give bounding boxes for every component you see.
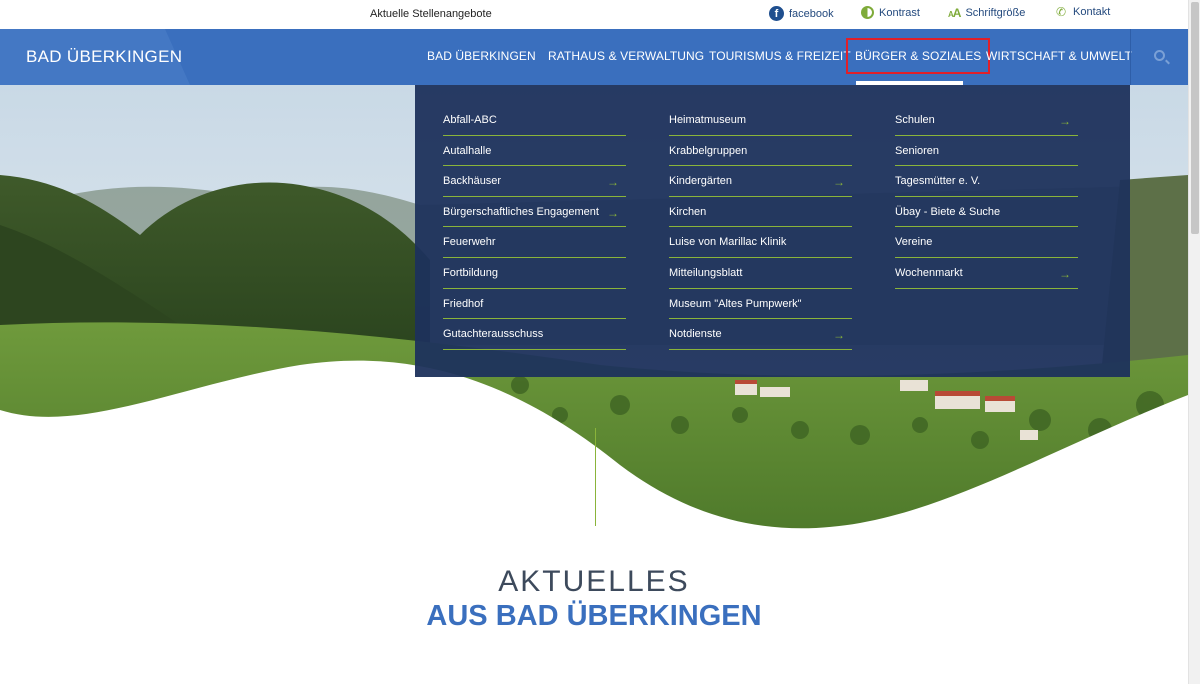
decorative-divider-line [595,428,596,526]
facebook-link[interactable]: f facebook [769,6,834,21]
job-offers-link[interactable]: Aktuelle Stellenangebote [370,8,492,20]
menu-item-museum-altes-pumpwerk[interactable]: Museum "Altes Pumpwerk" [669,289,852,320]
nav-item-bad-ueberkingen[interactable]: BAD ÜBERKINGEN [427,49,536,63]
nav-item-rathaus[interactable]: RATHAUS & VERWALTUNG [548,49,704,63]
arrow-right-icon: → [833,328,845,343]
contrast-label: Kontrast [879,6,920,19]
page-scrollbar[interactable] [1188,0,1200,684]
font-size-toggle[interactable]: AA Schriftgröße [948,6,1025,20]
search-icon [1154,50,1165,61]
menu-item-friedhof[interactable]: Friedhof [443,289,626,320]
arrow-right-icon: → [607,175,619,190]
menu-item-uebay[interactable]: Übay - Biete & Suche [895,197,1078,228]
menu-item-feuerwehr[interactable]: Feuerwehr [443,227,626,258]
arrow-right-icon: → [1059,266,1071,281]
contrast-toggle[interactable]: Kontrast [861,6,920,19]
menu-item-notdienste[interactable]: Notdienste → [669,319,852,350]
menu-item-heimatmuseum[interactable]: Heimatmuseum [669,105,852,136]
menu-item-wochenmarkt[interactable]: Wochenmarkt → [895,258,1078,289]
menu-item-abfall-abc[interactable]: Abfall-ABC [443,105,626,136]
mega-menu-column-2: Heimatmuseum Krabbelgruppen Kindergärten… [669,105,852,350]
menu-item-schulen[interactable]: Schulen → [895,105,1078,136]
menu-item-gutachterausschuss[interactable]: Gutachterausschuss [443,319,626,350]
news-heading-line2: AUS BAD ÜBERKINGEN [426,600,762,632]
menu-item-buergerschaftliches-engagement[interactable]: Bürgerschaftliches Engagement → [443,197,626,228]
nav-item-buerger-soziales[interactable]: BÜRGER & SOZIALES [845,38,991,74]
menu-item-senioren[interactable]: Senioren [895,136,1078,167]
site-logo[interactable]: BAD ÜBERKINGEN [26,47,182,67]
menu-item-backhaeuser[interactable]: Backhäuser → [443,166,626,197]
arrow-right-icon: → [1059,114,1071,128]
menu-item-fortbildung[interactable]: Fortbildung [443,258,626,289]
mega-menu-column-3: Schulen → Senioren Tagesmütter e. V. Übay… [895,105,1078,289]
menu-item-kindergaerten[interactable]: Kindergärten → [669,166,852,197]
main-header: BAD ÜBERKINGEN BAD ÜBERKINGEN RATHAUS & … [0,29,1188,85]
mega-menu-column-1: Abfall-ABC Autalhalle Backhäuser → Bürger… [443,105,626,350]
menu-item-mitteilungsblatt[interactable]: Mitteilungsblatt [669,258,852,289]
scrollbar-thumb[interactable] [1191,2,1199,234]
phone-icon: ✆ [1056,5,1067,19]
font-size-icon: AA [948,6,961,20]
arrow-right-icon: → [607,205,619,220]
search-button[interactable] [1130,29,1188,85]
menu-item-tagesmuetter[interactable]: Tagesmütter e. V. [895,166,1078,197]
contact-label: Kontakt [1073,6,1111,18]
news-heading-line1: AKTUELLES [498,565,690,598]
nav-item-tourismus[interactable]: TOURISMUS & FREIZEIT [709,49,851,63]
arrow-right-icon: → [833,175,845,190]
menu-item-luise-von-marillac-klinik[interactable]: Luise von Marillac Klinik [669,227,852,258]
menu-item-vereine[interactable]: Vereine [895,227,1078,258]
nav-item-wirtschaft[interactable]: WIRTSCHAFT & UMWELT [986,49,1132,63]
menu-item-autalhalle[interactable]: Autalhalle [443,136,626,167]
mega-menu-buerger-soziales: Abfall-ABC Autalhalle Backhäuser → Bürger… [415,85,1130,377]
menu-item-kirchen[interactable]: Kirchen [669,197,852,228]
font-size-label: Schriftgröße [965,7,1026,19]
facebook-label: facebook [789,7,834,20]
contact-link[interactable]: ✆ Kontakt [1056,6,1110,18]
top-utility-bar: Aktuelle Stellenangebote f facebook Kont… [0,0,1188,29]
contrast-icon [861,6,874,19]
menu-item-krabbelgruppen[interactable]: Krabbelgruppen [669,136,852,167]
facebook-icon: f [769,6,784,21]
